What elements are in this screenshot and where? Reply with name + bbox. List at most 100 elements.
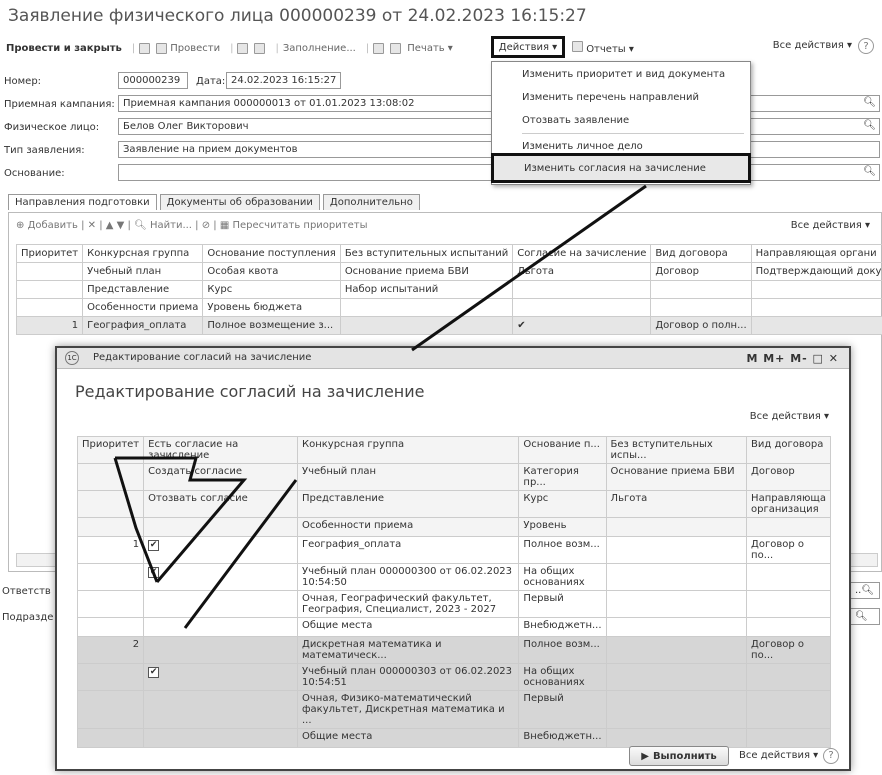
person-label: Физическое лицо: [4,122,100,133]
actions-menu-button[interactable]: Действия ▾ [491,36,565,58]
table-cell [143,590,298,618]
responsible-field[interactable]: ..🔍︎ [850,582,880,599]
table-cell: Курс [518,490,607,518]
table-cell: Направляющая органи [750,244,882,263]
table-row[interactable]: Создать согласие Учебный план Категория пр… [76,463,831,491]
print-menu-button[interactable]: Печать ▾ [407,43,452,54]
menu-item-change-priority[interactable]: Изменить приоритет и вид документа [522,69,725,80]
move-up-icon[interactable]: ▲ [106,220,114,231]
table-cell [143,690,298,729]
table-cell: Приоритет [76,436,145,464]
tab-education-docs[interactable]: Документы об образовании [159,194,320,210]
table-cell [76,463,145,491]
table-row[interactable]: Приоритет Есть согласие на зачисление Конк… [76,436,831,464]
table-cell: Подтверждающий доку [750,262,882,281]
table-cell [76,590,145,618]
menu-item-withdraw[interactable]: Отозвать заявление [522,115,629,126]
table-cell: Дискретная математика и математическ... [296,636,520,664]
table-cell: Конкурсная группа [82,244,204,263]
menu-item-change-directions[interactable]: Изменить перечень направлений [522,92,699,103]
find-button[interactable]: 🔍︎ Найти... [134,220,192,231]
consent-checkbox[interactable]: ✔ [148,540,160,551]
dialog-all-actions-button[interactable]: Все действия ▾ [750,411,829,422]
table-row[interactable]: 1 ✔ География_оплата Полное возм... Договор … [76,536,831,564]
help-icon[interactable]: ? [823,748,839,764]
post-button[interactable]: Провести [156,42,220,54]
add-button[interactable]: ⊕ Добавить [16,220,78,231]
number-field[interactable]: 000000239 [118,72,188,89]
reports-button[interactable]: Отчеты ▾ [572,41,634,55]
consent-checkbox[interactable]: ✔ [148,567,160,578]
table-cell: Внебюджетн... [518,617,607,637]
table-cell: Основание приема БВИ [605,463,748,491]
table-row[interactable]: Отозвать согласие Представление Курс Льгота… [76,490,831,518]
table-cell: Уровень бюджета [202,298,341,317]
menu-item-change-personal-file[interactable]: Изменить личное дело [522,141,643,152]
search-icon[interactable]: 🔍︎ [863,166,876,177]
table-cell: Направляюща организация [746,490,831,518]
print-button[interactable] [390,42,402,54]
grid-all-actions-button[interactable]: Все действия ▾ [791,220,870,231]
table-row[interactable]: Особенности приема Уровень бюджета [15,298,882,317]
table-cell [746,728,831,748]
table-row[interactable]: 1 География_оплата Полное возмещение з... ✔… [15,316,882,335]
table-cell [605,517,748,537]
table-cell: Особенности приема [296,517,520,537]
help-icon[interactable]: ? [858,38,874,54]
table-cell: ✔ [143,536,298,564]
menu-item-change-consents[interactable]: Изменить согласия на зачисление [491,153,751,183]
fill-button[interactable]: Заполнение... [283,43,356,54]
table-row[interactable]: Очная, Физико-математический факультет, … [76,690,831,729]
table-cell [746,663,831,691]
printer-icon [390,42,402,54]
execute-button[interactable]: ▶ Выполнить [629,746,729,766]
table-cell: Учебный план [296,463,520,491]
table-row[interactable]: ✔ Учебный план 000000300 от 06.02.2023 10… [76,563,831,591]
table-row[interactable]: Общие места Внебюджетн... [76,728,831,748]
list-button[interactable] [254,42,266,54]
campaign-label: Приемная кампания: [4,99,115,110]
basis-label: Основание: [4,168,65,179]
recalc-button[interactable]: ▦ Пересчитать приоритеты [220,220,368,231]
table-cell: География_оплата [82,316,204,335]
table-cell: Полное возм... [518,636,607,664]
table-cell: Категория пр... [518,463,607,491]
table-row[interactable]: Особенности приема Уровень [76,517,831,537]
consent-checkbox[interactable]: ✔ [148,667,160,678]
structure-button[interactable] [237,42,249,54]
table-cell: География_оплата [296,536,520,564]
dialog-heading: Редактирование согласий на зачисление [75,382,425,401]
print-preview-button[interactable] [373,42,385,54]
app-icon: 1C [65,351,79,365]
delete-icon[interactable]: ✕ [88,220,96,231]
search-icon[interactable]: 🔍︎ [863,97,876,108]
table-row[interactable]: Представление Курс Набор испытаний [15,280,882,299]
table-cell: Договор [746,463,831,491]
table-row[interactable]: Очная, Географический факультет, Географ… [76,590,831,618]
table-row[interactable]: 2 Дискретная математика и математическ...… [76,636,831,664]
window-controls[interactable]: M M+ M- □ ✕ [746,352,839,365]
table-cell: Курс [202,280,341,299]
table-cell [746,517,831,537]
tab-additional[interactable]: Дополнительно [322,194,420,210]
table-cell: Отозвать согласие [143,490,298,518]
all-actions-button[interactable]: Все действия ▾ [773,40,852,51]
search-icon[interactable]: 🔍︎ [863,120,876,131]
number-label: Номер: [4,76,42,87]
table-cell: Приоритет [15,244,84,263]
table-row[interactable]: Приоритет Конкурсная группа Основание пост… [15,244,882,263]
table-row[interactable]: Общие места Внебюджетн... [76,617,831,637]
move-down-icon[interactable]: ▼ [117,220,125,231]
table-cell: Без вступительных испытаний [339,244,514,263]
table-row[interactable]: ✔ Учебный план 000000303 от 06.02.2023 10… [76,663,831,691]
cancel-search-icon[interactable]: ⊘ [202,220,210,231]
save-button[interactable] [139,42,151,54]
footer-all-actions-button[interactable]: Все действия ▾ [739,750,818,761]
date-field[interactable]: 24.02.2023 16:15:27 [226,72,341,89]
table-row[interactable]: Учебный план Особая квота Основание приема… [15,262,882,281]
table-cell: Создать согласие [143,463,298,491]
department-field[interactable]: 🔍︎ [850,608,880,625]
table-cell: Полное возм... [518,536,607,564]
tab-directions[interactable]: Направления подготовки [8,194,157,210]
post-close-button[interactable]: Провести и закрыть [6,43,122,54]
